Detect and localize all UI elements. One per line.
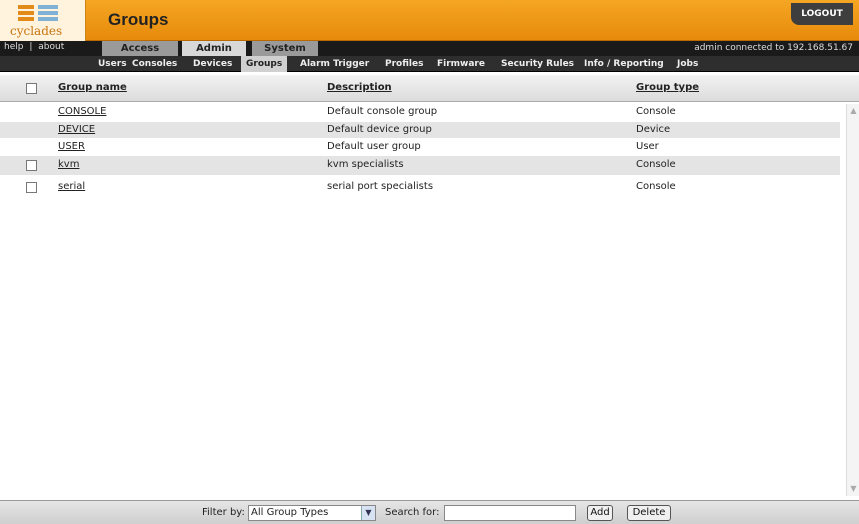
subnav-devices[interactable]: Devices xyxy=(193,56,232,72)
group-type: Console xyxy=(636,159,676,170)
search-input[interactable] xyxy=(444,505,576,521)
logo-text: cyclades xyxy=(10,24,63,38)
top-links: help | about xyxy=(4,42,67,52)
group-description: Default device group xyxy=(327,124,432,135)
connection-status: admin connected to 192.168.51.67 xyxy=(694,43,853,53)
scroll-down-icon[interactable]: ▼ xyxy=(849,484,858,493)
subnav-alarm-trigger[interactable]: Alarm Trigger xyxy=(300,56,369,72)
tab-access[interactable]: Access xyxy=(102,41,178,56)
column-header-group-type[interactable]: Group type xyxy=(636,82,699,93)
search-label: Search for: xyxy=(385,507,440,518)
group-description: serial port specialists xyxy=(327,181,434,192)
group-name-link[interactable]: serial xyxy=(58,181,85,192)
logo-icon xyxy=(18,5,66,23)
link-separator: | xyxy=(29,42,33,52)
tab-bar: help | about Access Admin System admin c… xyxy=(0,41,859,56)
group-type: User xyxy=(636,141,659,152)
subnav-groups[interactable]: Groups xyxy=(241,56,288,72)
subnav-consoles[interactable]: Consoles xyxy=(132,56,177,72)
chevron-down-icon[interactable]: ▼ xyxy=(361,506,375,520)
add-button[interactable]: Add xyxy=(587,505,613,521)
group-type: Console xyxy=(636,181,676,192)
row-checkbox[interactable] xyxy=(26,182,37,193)
tab-system[interactable]: System xyxy=(252,41,318,56)
help-link[interactable]: help xyxy=(4,42,23,52)
group-description: Default user group xyxy=(327,141,421,152)
group-name-link[interactable]: kvm xyxy=(58,159,79,170)
subnav-profiles[interactable]: Profiles xyxy=(385,56,423,72)
sub-navigation: Users Consoles Devices Groups Alarm Trig… xyxy=(0,56,859,72)
filter-label: Filter by: xyxy=(202,507,245,518)
filter-toolbar: Filter by: All Group Types ▼ Search for:… xyxy=(0,500,859,524)
table-header: Group name Description Group type xyxy=(0,75,859,102)
group-name-link[interactable]: CONSOLE xyxy=(58,106,106,117)
group-name-link[interactable]: DEVICE xyxy=(58,124,95,135)
subnav-users[interactable]: Users xyxy=(98,56,127,72)
table-row[interactable]: kvm kvm specialists Console xyxy=(0,156,840,175)
table-row[interactable]: DEVICE Default device group Device xyxy=(0,122,840,138)
column-header-group-name[interactable]: Group name xyxy=(58,82,127,93)
row-checkbox[interactable] xyxy=(26,160,37,171)
subnav-info-reporting[interactable]: Info / Reporting xyxy=(584,56,664,72)
page-title: Groups xyxy=(108,10,169,29)
table-row[interactable]: USER Default user group User xyxy=(0,139,840,155)
group-description: kvm specialists xyxy=(327,159,404,170)
table-row[interactable]: serial serial port specialists Console xyxy=(0,178,840,197)
scroll-up-icon[interactable]: ▲ xyxy=(849,106,858,115)
table-row[interactable]: CONSOLE Default console group Console xyxy=(0,104,840,120)
app-header: cyclades Groups LOGOUT xyxy=(0,0,859,41)
subnav-jobs[interactable]: Jobs xyxy=(677,56,698,72)
cyclades-logo: cyclades xyxy=(0,0,86,41)
group-type: Device xyxy=(636,124,671,135)
group-name-link[interactable]: USER xyxy=(58,141,85,152)
group-type: Console xyxy=(636,106,676,117)
group-description: Default console group xyxy=(327,106,438,117)
logout-button[interactable]: LOGOUT xyxy=(791,3,853,25)
vertical-scrollbar[interactable]: ▲ ▼ xyxy=(846,104,859,496)
subnav-security-rules[interactable]: Security Rules xyxy=(501,56,574,72)
column-header-description[interactable]: Description xyxy=(327,82,392,93)
about-link[interactable]: about xyxy=(38,42,64,52)
select-all-checkbox[interactable] xyxy=(26,83,37,94)
group-type-filter-select[interactable]: All Group Types ▼ xyxy=(248,505,376,521)
delete-button[interactable]: Delete xyxy=(627,505,671,521)
filter-selected-value: All Group Types xyxy=(251,507,329,518)
subnav-firmware[interactable]: Firmware xyxy=(437,56,485,72)
tab-admin[interactable]: Admin xyxy=(182,41,246,56)
